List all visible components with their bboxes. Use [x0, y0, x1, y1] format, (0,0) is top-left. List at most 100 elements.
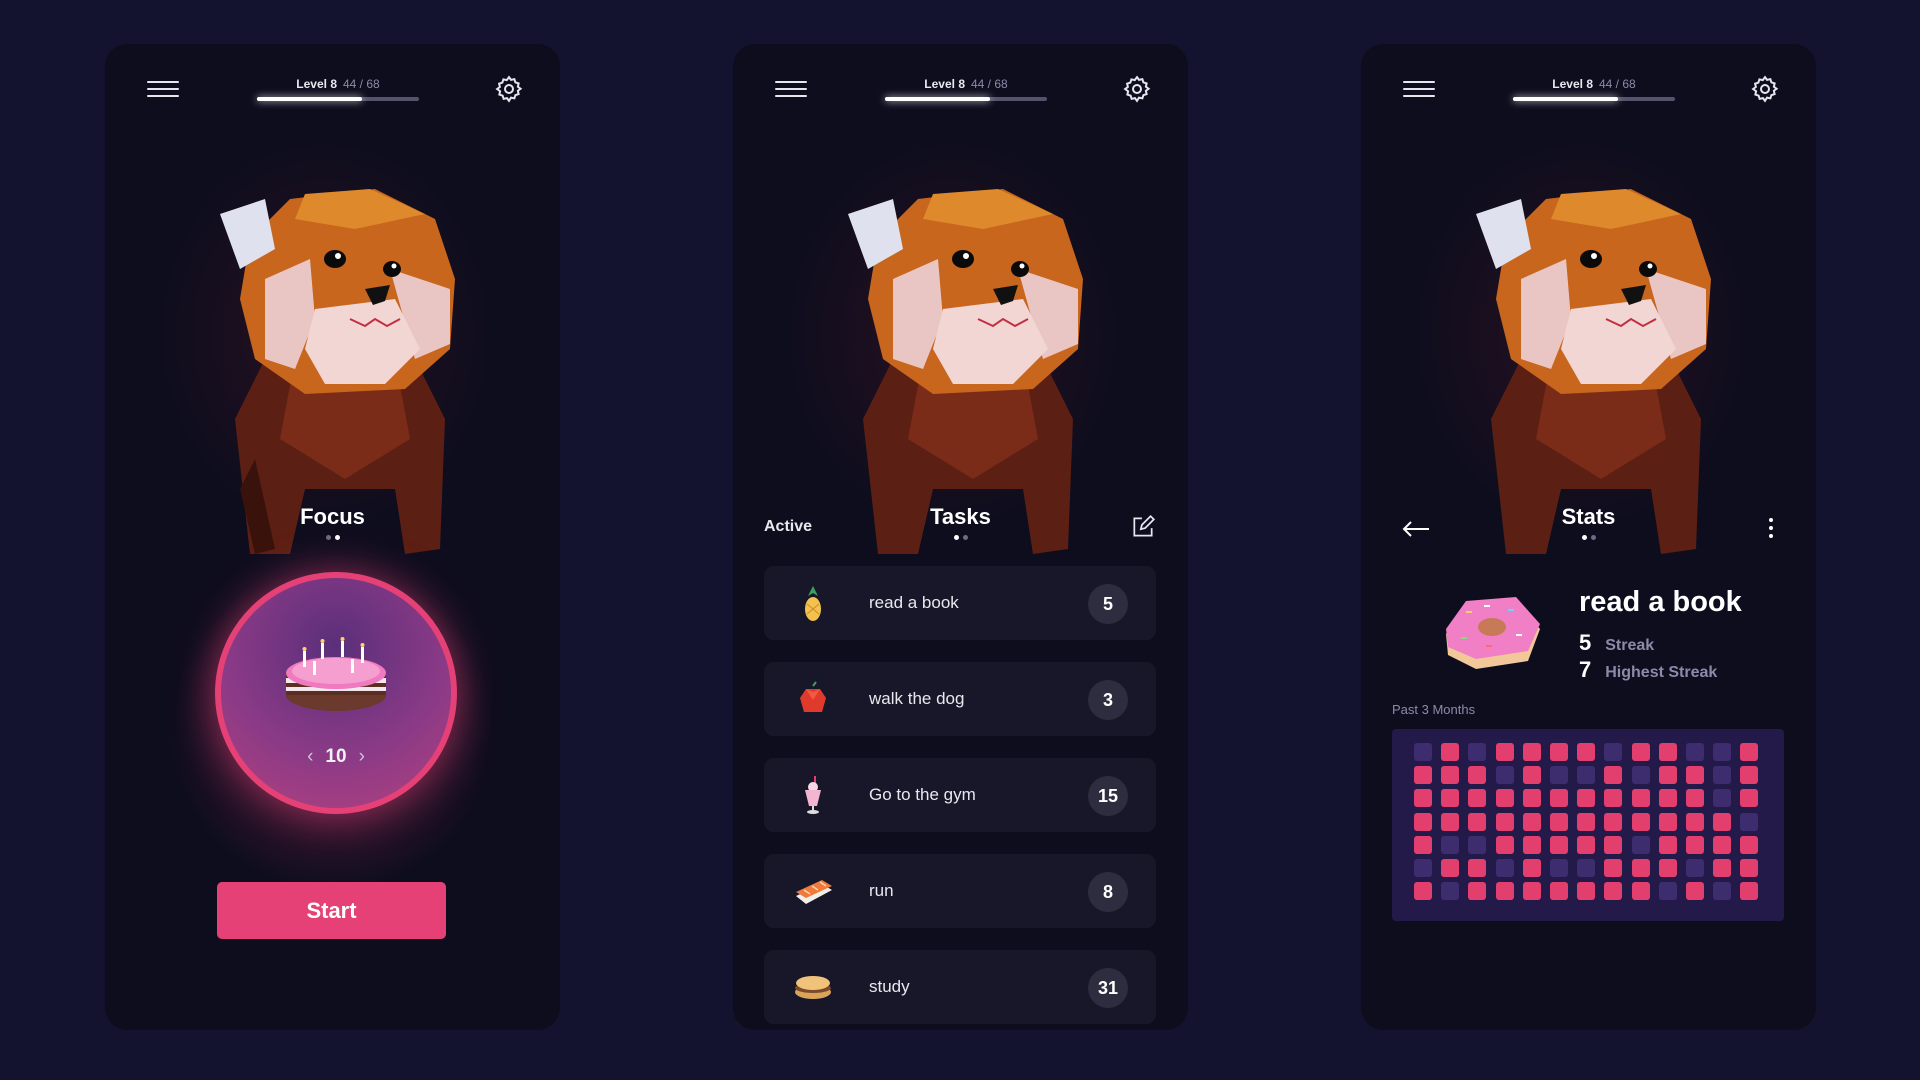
heatmap-cell	[1658, 859, 1677, 877]
heatmap-cell	[1495, 743, 1514, 761]
heatmap-cell	[1631, 859, 1650, 877]
menu-icon[interactable]	[1403, 81, 1435, 97]
heatmap-cell	[1604, 882, 1623, 901]
heatmap-cell	[1713, 859, 1732, 877]
heatmap-cell	[1686, 789, 1704, 808]
heatmap-cell	[1604, 859, 1623, 877]
heatmap-cell	[1604, 812, 1623, 831]
heatmap-cell	[1658, 766, 1677, 785]
task-count-badge: 15	[1088, 776, 1128, 816]
heatmap-cell	[1713, 766, 1732, 785]
heatmap-cell	[1631, 882, 1650, 901]
gear-icon[interactable]	[1122, 74, 1152, 104]
focus-timer-circle[interactable]: ‹ 10 ›	[215, 572, 457, 814]
task-item-go-to-the-gym[interactable]: Go to the gym 15	[764, 758, 1156, 832]
task-label: Go to the gym	[869, 785, 976, 804]
highest-streak-stat: 7 Highest Streak	[1579, 657, 1717, 683]
heatmap-cell	[1468, 882, 1487, 901]
heatmap-cell	[1686, 743, 1704, 761]
apple-icon	[800, 681, 826, 712]
heatmap-cell	[1686, 812, 1704, 831]
heatmap-cell	[1631, 789, 1650, 808]
heatmap-cell	[1740, 789, 1759, 808]
heatmap-cell	[1550, 859, 1568, 877]
heatmap-cell	[1658, 835, 1677, 854]
heatmap-cell	[1577, 882, 1596, 901]
heatmap-cell	[1414, 743, 1432, 761]
task-item-study[interactable]: study 31	[764, 950, 1156, 1024]
highest-streak-value: 7	[1579, 657, 1592, 682]
heatmap-cell	[1441, 743, 1460, 761]
heatmap-cell	[1441, 766, 1460, 785]
level-progress-fill	[1513, 97, 1618, 101]
start-button[interactable]: Start	[217, 882, 446, 939]
heatmap-cell	[1522, 835, 1541, 854]
focus-title: Focus	[300, 504, 365, 529]
more-options-icon[interactable]	[1768, 518, 1774, 540]
heatmap-cell	[1740, 835, 1759, 854]
heatmap-cell	[1468, 835, 1487, 854]
page-dots	[733, 535, 1188, 540]
heatmap-cell	[1658, 882, 1677, 901]
heatmap-cell	[1686, 835, 1704, 854]
level-progress-bar	[1513, 97, 1675, 101]
gear-icon[interactable]	[1750, 74, 1780, 104]
chevron-left-icon[interactable]: ‹	[307, 746, 313, 768]
heatmap-cell	[1713, 812, 1732, 831]
heatmap-cell	[1686, 766, 1704, 785]
heatmap-cell	[1604, 743, 1623, 761]
tasks-screen: Level 8 44 / 68 Active Tasks read a book …	[733, 44, 1188, 1030]
level-label: Level 8	[296, 77, 337, 91]
menu-icon[interactable]	[147, 81, 179, 97]
task-item-walk-the-dog[interactable]: walk the dog 3	[764, 662, 1156, 736]
heatmap-cell	[1577, 789, 1596, 808]
chevron-right-icon[interactable]: ›	[359, 746, 365, 768]
task-count-badge: 5	[1088, 584, 1128, 624]
heatmap-cell	[1468, 743, 1487, 761]
habit-title: read a book	[1579, 586, 1742, 618]
streak-stat: 5 Streak	[1579, 630, 1654, 656]
task-count-badge: 8	[1088, 872, 1128, 912]
heatmap-cell	[1577, 812, 1596, 831]
heatmap-cell	[1658, 812, 1677, 831]
page-dots	[1361, 535, 1816, 540]
task-item-run[interactable]: run 8	[764, 854, 1156, 928]
heatmap-cell	[1658, 743, 1677, 761]
heatmap-cell	[1658, 789, 1677, 808]
heatmap-cell	[1686, 859, 1704, 877]
heatmap-cell	[1522, 859, 1541, 877]
level-progress-bar	[257, 97, 419, 101]
streak-heatmap	[1392, 729, 1784, 921]
heatmap-cell	[1577, 766, 1596, 785]
heatmap-cell	[1414, 766, 1432, 785]
heatmap-cell	[1522, 789, 1541, 808]
heatmap-cell	[1577, 859, 1596, 877]
heatmap-cell	[1414, 789, 1432, 808]
sushi-icon	[796, 880, 832, 904]
range-label: Past 3 Months	[1392, 702, 1476, 717]
level-progress-bar	[885, 97, 1047, 101]
heatmap-cell	[1414, 882, 1432, 901]
heatmap-cell	[1414, 835, 1432, 854]
level-xp: 44 / 68	[343, 77, 380, 91]
heatmap-cell	[1604, 766, 1623, 785]
task-label: run	[869, 881, 894, 900]
menu-icon[interactable]	[775, 81, 807, 97]
heatmap-cell	[1495, 812, 1514, 831]
focus-timer-value: 10	[325, 746, 347, 767]
focus-screen: Level 8 44 / 68 Focus ‹ 10 › Start	[105, 44, 560, 1030]
heatmap-cell	[1550, 789, 1568, 808]
heatmap-cell	[1631, 835, 1650, 854]
highest-streak-label: Highest Streak	[1605, 664, 1718, 681]
heatmap-cell	[1495, 766, 1514, 785]
heatmap-cell	[1414, 859, 1432, 877]
heatmap-cell	[1468, 859, 1487, 877]
task-count-badge: 3	[1088, 680, 1128, 720]
edit-icon[interactable]	[1130, 514, 1156, 540]
heatmap-cell	[1740, 812, 1759, 831]
stats-title: Stats	[1561, 504, 1616, 529]
gear-icon[interactable]	[494, 74, 524, 104]
heatmap-cell	[1550, 743, 1568, 761]
streak-value: 5	[1579, 630, 1592, 655]
task-item-read-a-book[interactable]: read a book 5	[764, 566, 1156, 640]
